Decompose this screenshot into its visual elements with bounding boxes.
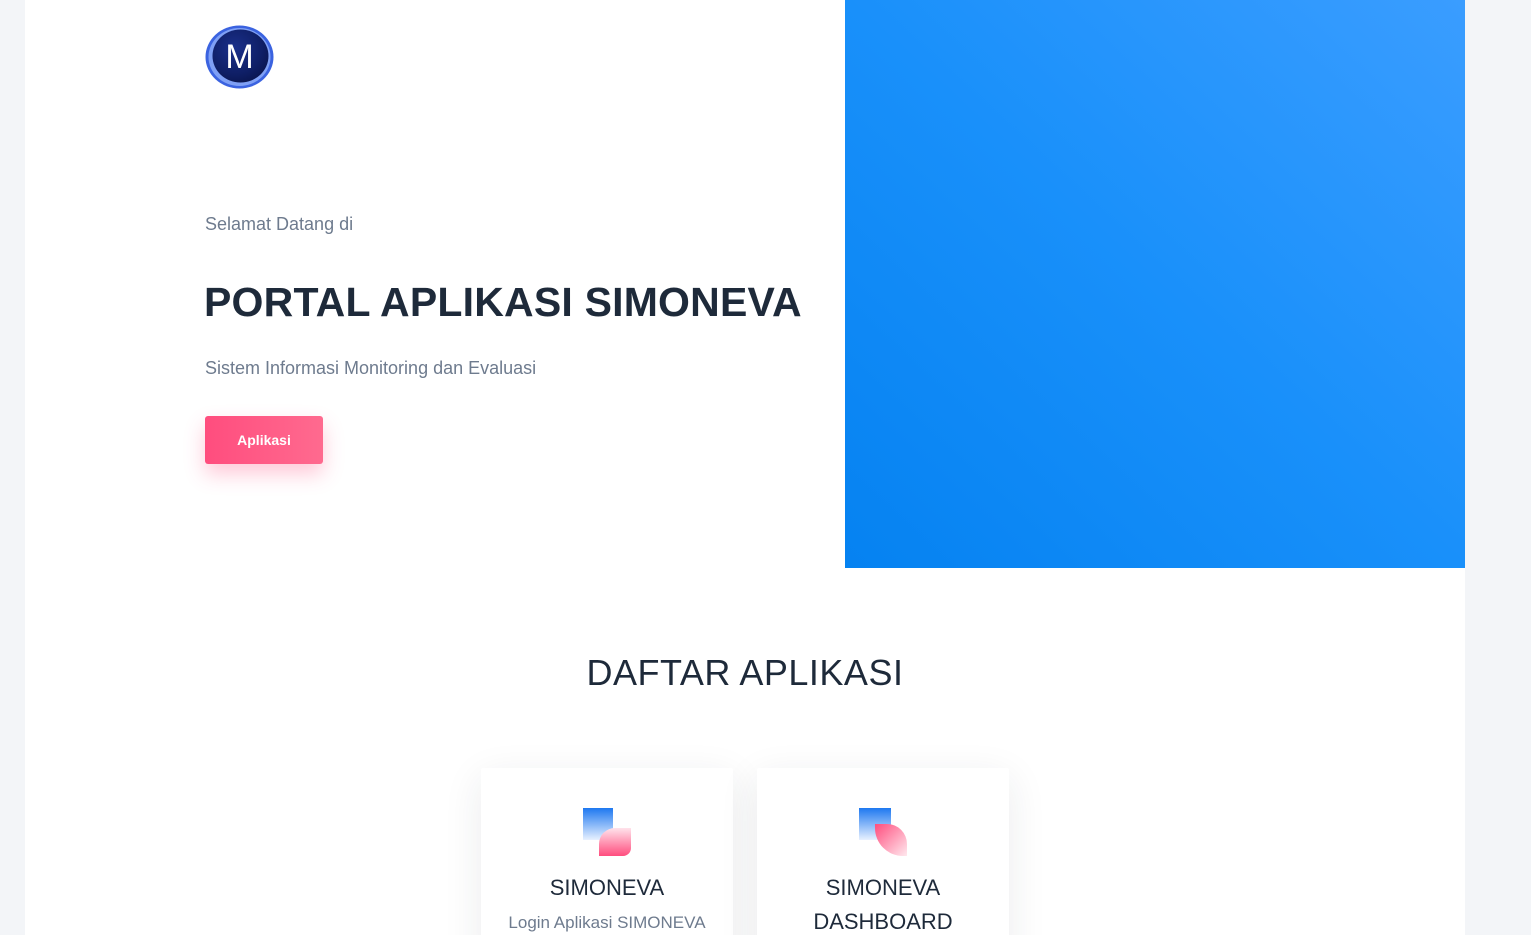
app-card-simoneva-dashboard[interactable]: SIMONEVA DASHBOARD xyxy=(757,768,1009,935)
welcome-text: Selamat Datang di xyxy=(205,214,354,234)
card-description: Login Aplikasi SIMONEVA xyxy=(508,913,706,932)
aplikasi-button[interactable]: Aplikasi xyxy=(205,416,323,464)
logo-letter: M xyxy=(225,38,254,76)
hero-subtitle: Sistem Informasi Monitoring dan Evaluasi xyxy=(205,358,537,378)
hero-blue-panel xyxy=(845,0,1465,568)
logo[interactable]: M xyxy=(205,25,274,89)
dashboard-shape-icon xyxy=(859,808,907,856)
page: M Selamat Datang di PORTAL APLIKASI SIMO… xyxy=(25,0,1465,935)
section-title: DAFTAR APLIKASI xyxy=(586,652,904,693)
card-title: SIMONEVA xyxy=(549,875,665,900)
app-card-simoneva[interactable]: SIMONEVA Login Aplikasi SIMONEVA xyxy=(481,768,733,935)
card-title: SIMONEVA DASHBOARD xyxy=(813,875,953,934)
page-title: PORTAL APLIKASI SIMONEVA xyxy=(204,279,802,325)
app-shape-icon xyxy=(583,808,631,856)
